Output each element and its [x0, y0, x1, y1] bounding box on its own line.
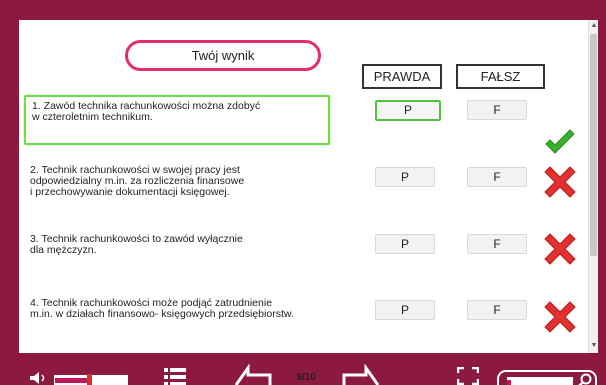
question-2-false-button[interactable]: F: [467, 167, 527, 187]
zoom-slider[interactable]: [507, 377, 573, 385]
question-3-true-button[interactable]: P: [375, 234, 435, 254]
check-icon: [545, 129, 575, 154]
column-header-true: PRAWDA: [362, 64, 442, 89]
column-header-false: FAŁSZ: [456, 64, 545, 89]
question-1-true-button[interactable]: P: [375, 100, 441, 121]
question-4-text: 4. Technik rachunkowości może podjąć zat…: [30, 297, 294, 320]
question-4-true-button[interactable]: P: [375, 300, 435, 320]
scroll-down-icon[interactable]: ▼: [590, 342, 598, 350]
zoom-level-fill: [507, 380, 511, 385]
volume-slider[interactable]: [54, 374, 128, 385]
question-3-false-button[interactable]: F: [467, 234, 527, 254]
quiz-results-panel: Twój wynik PRAWDA FAŁSZ 1. Zawód technik…: [19, 20, 588, 353]
question-3-text: 3. Technik rachunkowości to zawód wyłącz…: [30, 233, 243, 256]
zoom-control: [497, 370, 597, 385]
next-arrow-icon[interactable]: [342, 364, 380, 385]
volume-level-fill: [55, 378, 87, 383]
question-2-text: 2. Technik rachunkowości w swojej pracy …: [30, 164, 245, 198]
vertical-scrollbar[interactable]: ▲ ▼: [588, 20, 598, 353]
question-1-false-button[interactable]: F: [467, 100, 527, 120]
magnifier-icon[interactable]: [577, 373, 593, 385]
previous-arrow-icon[interactable]: [234, 364, 272, 385]
page-counter: 9/10: [296, 372, 316, 383]
scroll-up-icon[interactable]: ▲: [590, 22, 598, 30]
result-title: Twój wynik: [125, 40, 321, 71]
cross-icon: [544, 233, 576, 265]
cross-icon: [544, 166, 576, 198]
menu-list-icon[interactable]: [164, 368, 186, 385]
scrollbar-thumb[interactable]: [590, 34, 597, 256]
volume-slider-handle[interactable]: [87, 374, 92, 385]
question-4-false-button[interactable]: F: [467, 300, 527, 320]
cross-icon: [544, 301, 576, 333]
question-2-true-button[interactable]: P: [375, 167, 435, 187]
fullscreen-icon[interactable]: [457, 367, 479, 385]
question-1-text: 1. Zawód technika rachunkowości można zd…: [24, 95, 330, 145]
speaker-icon[interactable]: [29, 371, 49, 385]
window-frame-top: [0, 0, 606, 20]
